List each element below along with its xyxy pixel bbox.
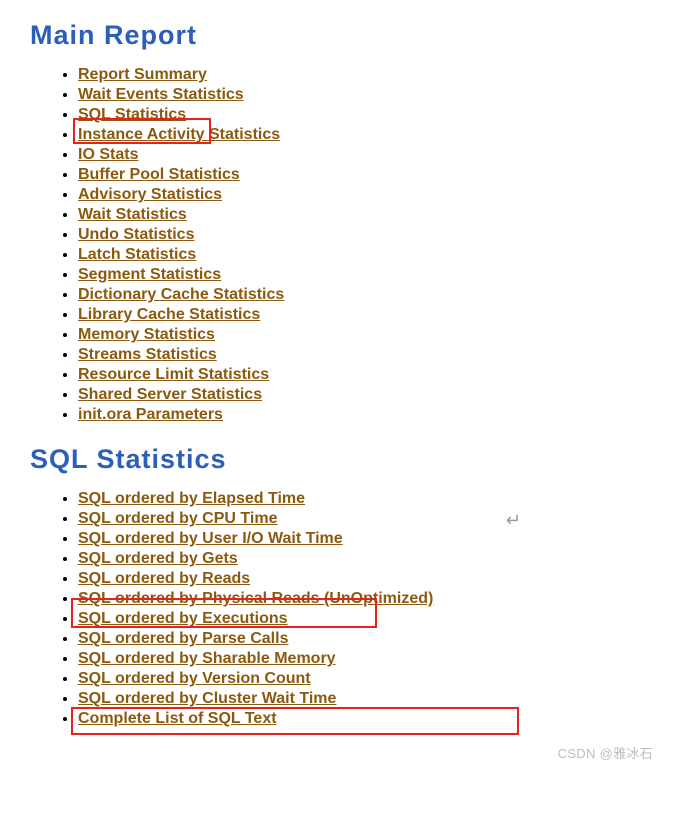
link-io-stats[interactable]: IO Stats [78,146,138,163]
link-sql-user-io-wait-time[interactable]: SQL ordered by User I/O Wait Time [78,530,343,547]
link-dictionary-cache-statistics[interactable]: Dictionary Cache Statistics [78,286,284,303]
list-item: Undo Statistics [78,226,661,244]
list-item: Advisory Statistics [78,186,661,204]
list-item: SQL ordered by CPU Time [78,510,661,528]
list-item: Latch Statistics [78,246,661,264]
link-instance-activity-statistics[interactable]: Instance Activity Statistics [78,126,280,143]
link-sql-reads[interactable]: SQL ordered by Reads [78,570,250,587]
main-report-list: Report Summary Wait Events Statistics SQ… [40,66,661,424]
list-item: Instance Activity Statistics [78,126,661,144]
main-report-heading: Main Report [30,20,661,51]
list-item: Wait Statistics [78,206,661,224]
list-item: SQL ordered by Elapsed Time [78,490,661,508]
link-buffer-pool-statistics[interactable]: Buffer Pool Statistics [78,166,240,183]
list-item: SQL ordered by Sharable Memory [78,650,661,668]
sql-statistics-list: SQL ordered by Elapsed Time SQL ordered … [40,490,661,728]
link-latch-statistics[interactable]: Latch Statistics [78,246,196,263]
watermark-text: CSDN @雅冰石 [558,743,653,762]
list-item: SQL Statistics [78,106,661,124]
list-item: SQL ordered by User I/O Wait Time [78,530,661,548]
list-item: Resource Limit Statistics [78,366,661,384]
list-item: Wait Events Statistics [78,86,661,104]
list-item: SQL ordered by Version Count [78,670,661,688]
link-complete-list-sql-text[interactable]: Complete List of SQL Text [78,710,277,727]
list-item: SQL ordered by Parse Calls [78,630,661,648]
link-sql-version-count[interactable]: SQL ordered by Version Count [78,670,311,687]
list-item: SQL ordered by Executions [78,610,661,628]
list-item: Shared Server Statistics [78,386,661,404]
link-wait-events-statistics[interactable]: Wait Events Statistics [78,86,244,103]
link-sql-gets[interactable]: SQL ordered by Gets [78,550,238,567]
link-sql-elapsed-time[interactable]: SQL ordered by Elapsed Time [78,490,305,507]
link-sql-executions[interactable]: SQL ordered by Executions [78,610,288,627]
link-segment-statistics[interactable]: Segment Statistics [78,266,221,283]
link-sql-cpu-time[interactable]: SQL ordered by CPU Time [78,510,277,527]
list-item: Segment Statistics [78,266,661,284]
link-init-ora-parameters[interactable]: init.ora Parameters [78,406,223,423]
link-memory-statistics[interactable]: Memory Statistics [78,326,215,343]
list-item: IO Stats [78,146,661,164]
link-shared-server-statistics[interactable]: Shared Server Statistics [78,386,262,403]
list-item: SQL ordered by Gets [78,550,661,568]
link-undo-statistics[interactable]: Undo Statistics [78,226,194,243]
return-arrow-icon: ↵ [506,510,521,531]
link-sql-statistics[interactable]: SQL Statistics [78,106,186,123]
sql-statistics-heading: SQL Statistics [30,444,661,475]
list-item: Buffer Pool Statistics [78,166,661,184]
list-item: Report Summary [78,66,661,84]
link-streams-statistics[interactable]: Streams Statistics [78,346,217,363]
list-item: Library Cache Statistics [78,306,661,324]
link-sql-parse-calls[interactable]: SQL ordered by Parse Calls [78,630,288,647]
list-item: SQL ordered by Physical Reads (UnOptimiz… [78,590,661,608]
link-wait-statistics[interactable]: Wait Statistics [78,206,187,223]
link-sql-cluster-wait-time[interactable]: SQL ordered by Cluster Wait Time [78,690,336,707]
list-item: Dictionary Cache Statistics [78,286,661,304]
link-sql-physical-reads-unoptimized[interactable]: SQL ordered by Physical Reads (UnOptimiz… [78,590,433,607]
list-item: Streams Statistics [78,346,661,364]
link-library-cache-statistics[interactable]: Library Cache Statistics [78,306,260,323]
list-item: SQL ordered by Reads [78,570,661,588]
link-report-summary[interactable]: Report Summary [78,66,207,83]
list-item: init.ora Parameters [78,406,661,424]
list-item: Memory Statistics [78,326,661,344]
link-advisory-statistics[interactable]: Advisory Statistics [78,186,222,203]
link-resource-limit-statistics[interactable]: Resource Limit Statistics [78,366,269,383]
list-item: Complete List of SQL Text [78,710,661,728]
link-sql-sharable-memory[interactable]: SQL ordered by Sharable Memory [78,650,336,667]
list-item: SQL ordered by Cluster Wait Time [78,690,661,708]
